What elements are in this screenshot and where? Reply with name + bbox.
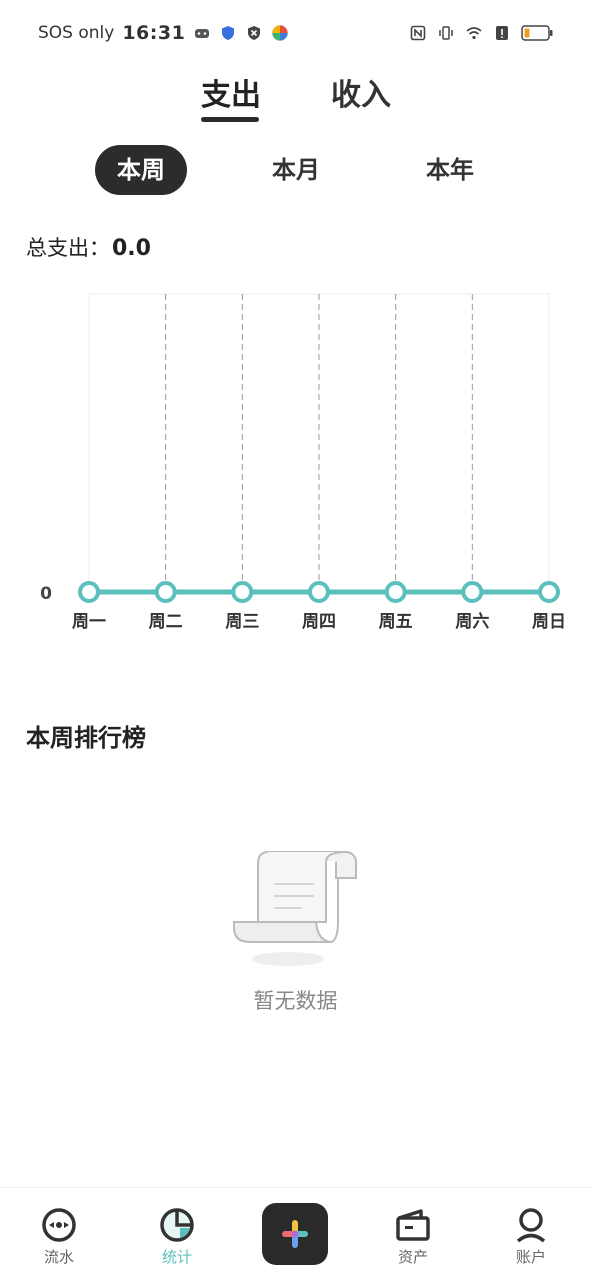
nav-item-flow[interactable]: 流水 xyxy=(0,1188,118,1281)
data-point[interactable] xyxy=(461,581,484,603)
tab-this-week[interactable]: 本周 xyxy=(95,145,187,195)
close-shield-icon xyxy=(248,26,261,40)
period-tabs: 本周 本月 本年 xyxy=(0,145,591,195)
pie-chart-icon xyxy=(160,1208,194,1242)
wifi-icon xyxy=(466,27,482,40)
x-tick-label: 周一 xyxy=(72,612,106,632)
wallet-icon xyxy=(396,1209,430,1241)
carrier-text: SOS only xyxy=(38,23,115,43)
data-point[interactable] xyxy=(384,581,407,603)
nav-label-flow: 流水 xyxy=(43,1248,74,1266)
status-right xyxy=(409,24,553,42)
add-record-button[interactable] xyxy=(262,1203,328,1265)
tab-this-year[interactable]: 本年 xyxy=(404,145,496,195)
nav-item-account[interactable]: 账户 xyxy=(472,1188,590,1281)
x-tick-label: 周日 xyxy=(532,612,566,632)
alert-icon xyxy=(496,26,508,40)
battery-icon xyxy=(521,25,553,41)
status-bar: SOS only 16:31 xyxy=(0,0,591,66)
y-tick-label: 0 xyxy=(40,584,52,604)
nav-item-assets[interactable]: 资产 xyxy=(354,1188,472,1281)
nfc-icon xyxy=(410,25,426,41)
x-tick-label: 周二 xyxy=(149,612,183,632)
color-ball-icon xyxy=(272,25,289,41)
empty-state-text: 暂无数据 xyxy=(253,989,338,1013)
vibrate-icon xyxy=(439,26,453,40)
x-tick-label: 周三 xyxy=(225,612,259,632)
data-point[interactable] xyxy=(78,581,100,603)
flow-icon xyxy=(42,1208,76,1242)
gamepad-icon xyxy=(195,29,210,38)
x-tick-label: 周四 xyxy=(302,612,336,632)
data-point[interactable] xyxy=(308,581,330,603)
chart-grid xyxy=(88,293,550,593)
clock-time: 16:31 xyxy=(122,22,186,44)
status-left: SOS only 16:31 xyxy=(38,22,289,44)
x-tick-label: 周五 xyxy=(379,612,413,632)
tab-expense[interactable]: 支出 xyxy=(201,70,261,114)
nav-item-stats[interactable]: 统计 xyxy=(118,1188,236,1281)
plus-icon xyxy=(282,1220,308,1248)
user-icon xyxy=(516,1208,546,1243)
data-point[interactable] xyxy=(154,581,177,603)
weekly-line-chart: 0 周一 周二 周三 周四 周五 周六 周日 xyxy=(40,293,566,632)
nav-label-assets: 资产 xyxy=(397,1248,428,1266)
nav-label-stats: 统计 xyxy=(161,1248,192,1266)
data-point[interactable] xyxy=(538,581,560,603)
tab-this-month[interactable]: 本月 xyxy=(250,145,342,195)
ranking-title: 本周排行榜 xyxy=(26,724,146,752)
total-value: 0.0 xyxy=(112,236,151,261)
nav-label-account: 账户 xyxy=(515,1248,546,1266)
tab-income[interactable]: 收入 xyxy=(331,70,391,114)
bottom-nav: 流水 统计 资产 账户 xyxy=(0,1187,591,1281)
total-label: 总支出： xyxy=(26,236,110,260)
empty-scroll-icon xyxy=(233,851,357,966)
shield-icon xyxy=(222,26,235,40)
x-tick-label: 周六 xyxy=(455,611,489,632)
type-tabs: 支出 收入 xyxy=(0,68,591,128)
total-expense: 总支出：0.0 xyxy=(26,232,151,262)
active-tab-indicator xyxy=(201,117,259,122)
data-point[interactable] xyxy=(231,581,254,603)
